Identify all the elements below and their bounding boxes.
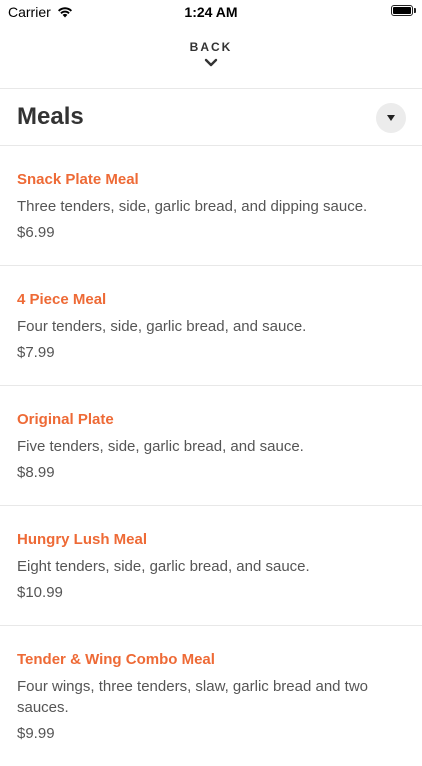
list-item[interactable]: Original Plate Five tenders, side, garli… <box>0 386 422 506</box>
meal-description: Four wings, three tenders, slaw, garlic … <box>17 678 369 716</box>
meal-price: $10.99 <box>17 584 63 601</box>
meal-name: Snack Plate Meal <box>17 171 139 188</box>
list-item[interactable]: Tender & Wing Combo Meal Four wings, thr… <box>0 626 422 766</box>
meal-name: Original Plate <box>17 411 114 428</box>
meal-description: Five tenders, side, garlic bread, and sa… <box>17 438 304 455</box>
meal-price: $6.99 <box>17 224 55 241</box>
back-header: BACK <box>0 22 422 89</box>
list-item[interactable]: Snack Plate Meal Three tenders, side, ga… <box>0 146 422 266</box>
meal-name: Tender & Wing Combo Meal <box>17 651 215 668</box>
list-item[interactable]: Hungry Lush Meal Eight tenders, side, ga… <box>0 506 422 626</box>
meal-description: Four tenders, side, garlic bread, and sa… <box>17 318 307 335</box>
meal-price: $7.99 <box>17 344 55 361</box>
meal-price: $9.99 <box>17 725 55 742</box>
meal-name: Hungry Lush Meal <box>17 531 148 548</box>
back-button[interactable]: BACK <box>190 40 233 54</box>
section-header: Meals <box>0 89 422 146</box>
meal-description: Eight tenders, side, garlic bread, and s… <box>17 558 310 575</box>
caret-down-icon <box>387 115 395 121</box>
section-toggle-button[interactable] <box>376 103 406 133</box>
section-title: Meals <box>17 103 84 130</box>
meal-list: Snack Plate Meal Three tenders, side, ga… <box>0 146 422 766</box>
battery-icon <box>391 5 416 16</box>
chevron-down-icon[interactable] <box>204 58 218 68</box>
meal-name: 4 Piece Meal <box>17 291 107 308</box>
meal-price: $8.99 <box>17 464 55 481</box>
status-bar: Carrier 1:24 AM <box>0 0 422 22</box>
meal-description: Three tenders, side, garlic bread, and d… <box>17 198 368 215</box>
status-time: 1:24 AM <box>184 4 238 20</box>
list-item[interactable]: 4 Piece Meal Four tenders, side, garlic … <box>0 266 422 386</box>
